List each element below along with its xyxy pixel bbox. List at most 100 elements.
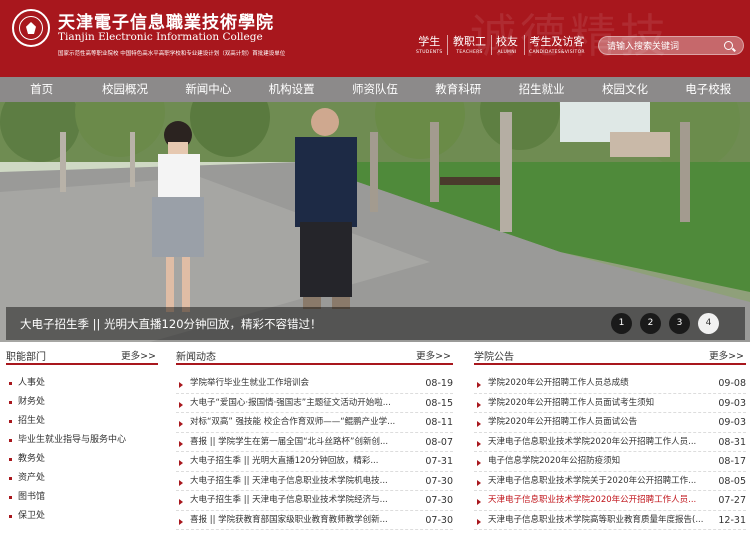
quick-link-sublabel: STUDENTS (416, 50, 443, 55)
school-logo-icon[interactable] (12, 9, 50, 47)
news-item-date: 07-30 (425, 475, 453, 487)
notices-list: 学院2020年公开招聘工作人员总成绩 09-08 学院2020年公开招聘工作人员面… (474, 374, 746, 530)
quick-link-sublabel: TEACHERS (456, 50, 483, 55)
news-item-title[interactable]: 大电子招生季 || 天津电子信息职业技术学院机电技... (190, 472, 416, 492)
carousel-dot-1[interactable]: 1 (611, 313, 632, 334)
news-item[interactable]: 喜报 || 学院获教育部国家级职业教育教师教学创新... 07-30 (176, 511, 453, 531)
banner-caption[interactable]: 大电子招生季 || 光明大直播120分钟回放，精彩不容错过！ (20, 316, 322, 332)
news-more-link[interactable]: 更多>> (416, 348, 451, 362)
hero-banner-photo[interactable] (0, 102, 750, 342)
search-box (598, 36, 744, 55)
school-name-en: Tianjin Electronic Information College (58, 31, 263, 43)
notices-more-link[interactable]: 更多>> (709, 348, 744, 362)
nav-item-home[interactable]: 首页 (0, 77, 83, 102)
list-item[interactable]: 财务处 (6, 393, 156, 412)
notice-item-date: 09-03 (718, 417, 746, 428)
news-item-title[interactable]: 大电子招生季 || 天津电子信息职业技术学院经济与... (190, 491, 416, 511)
notice-item-title[interactable]: 天津电子信息职业技术学院高等职业教育质量年度报告(... (488, 511, 710, 531)
notice-item-date: 09-03 (718, 397, 746, 409)
notice-item[interactable]: 天津电子信息职业技术学院2020年公开招聘工作人员... 08-31 (474, 433, 746, 453)
carousel-dot-3[interactable]: 3 (669, 313, 690, 334)
quick-link-label: 学生 (418, 35, 441, 48)
news-item-title[interactable]: 喜报 || 学院获教育部国家级职业教育教师教学创新... (190, 511, 416, 531)
news-item[interactable]: 大电子“爱国心·报国情·强国志”主题征文活动开始啦... 08-15 (176, 394, 453, 414)
list-item[interactable]: 毕业生就业指导与服务中心 (6, 431, 156, 450)
notice-item-date: 09-08 (718, 378, 746, 389)
news-item[interactable]: 学院举行毕业生就业工作培训会 08-19 (176, 374, 453, 394)
notice-item-title[interactable]: 天津电子信息职业技术学院2020年公开招聘工作人员... (488, 491, 710, 511)
search-icon[interactable] (724, 41, 733, 50)
list-item[interactable]: 图书馆 (6, 488, 156, 507)
departments-header: 职能部门 更多>> (6, 346, 158, 365)
nav-item-organization[interactable]: 机构设置 (250, 77, 333, 102)
notice-item[interactable]: 天津电子信息职业技术学院高等职业教育质量年度报告(... 12-31 (474, 511, 746, 531)
notices-header: 学院公告 更多>> (474, 346, 746, 365)
carousel-dot-4-active[interactable]: 4 (698, 313, 719, 334)
notice-item-title[interactable]: 天津电子信息职业技术学院关于2020年公开招聘工作... (488, 472, 710, 492)
news-item[interactable]: 大电子招生季 || 光明大直播120分钟回放，精彩... 07-31 (176, 452, 453, 472)
carousel-dot-2[interactable]: 2 (640, 313, 661, 334)
news-item-title[interactable]: 对标“双高” 强技能 校企合作育双师——“鲲鹏产业学... (190, 413, 416, 433)
list-item[interactable]: 资产处 (6, 469, 156, 488)
notice-item-title[interactable]: 天津电子信息职业技术学院2020年公开招聘工作人员... (488, 433, 710, 453)
news-item[interactable]: 大电子招生季 || 天津电子信息职业技术学院机电技... 07-30 (176, 472, 453, 492)
news-item-date: 08-11 (425, 417, 453, 428)
news-item-date: 08-07 (425, 436, 453, 448)
nav-item-faculty[interactable]: 师资队伍 (333, 77, 416, 102)
quick-link-alumni[interactable]: 校友 ALUMNI (496, 33, 518, 55)
notice-item-title[interactable]: 学院2020年公开招聘工作人员总成绩 (488, 374, 710, 394)
news-item[interactable]: 喜报 || 学院学生在第一届全国“北斗丝路杯”创新创... 08-07 (176, 433, 453, 453)
nav-item-admissions[interactable]: 招生就业 (500, 77, 583, 102)
divider (491, 35, 492, 55)
news-item-title[interactable]: 大电子招生季 || 光明大直播120分钟回放，精彩... (190, 452, 416, 472)
quick-link-teachers[interactable]: 教职工 TEACHERS (453, 33, 486, 55)
nav-item-research[interactable]: 教育科研 (417, 77, 500, 102)
departments-more-link[interactable]: 更多>> (121, 348, 156, 362)
news-item-title[interactable]: 学院举行毕业生就业工作培训会 (190, 374, 416, 394)
news-item[interactable]: 对标“双高” 强技能 校企合作育双师——“鲲鹏产业学... 08-11 (176, 413, 453, 433)
nav-item-news-center[interactable]: 新闻中心 (167, 77, 250, 102)
news-item-date: 07-30 (425, 495, 453, 506)
school-name-cn[interactable]: 天津電子信息職業技術學院 (58, 8, 274, 33)
notice-item-title[interactable]: 电子信息学院2020年公招防疫须知 (488, 452, 710, 472)
campus-photo (0, 102, 750, 342)
site-header: 诚德精技 天津電子信息職業技術學院 Tianjin Electronic Inf… (0, 0, 750, 77)
nav-item-campus-culture[interactable]: 校园文化 (583, 77, 666, 102)
list-item[interactable]: 招生处 (6, 412, 156, 431)
notice-item-date: 08-17 (718, 456, 746, 467)
notice-item[interactable]: 电子信息学院2020年公招防疫须知 08-17 (474, 452, 746, 472)
news-item[interactable]: 大电子招生季 || 天津电子信息职业技术学院经济与... 07-30 (176, 491, 453, 511)
quick-link-students[interactable]: 学生 STUDENTS (416, 33, 443, 55)
quick-link-sublabel: CANDIDATES&VISITOR (529, 50, 585, 55)
news-header: 新闻动态 更多>> (176, 346, 453, 365)
departments-title: 职能部门 (6, 352, 46, 363)
list-item[interactable]: 人事处 (6, 374, 156, 393)
news-item-title[interactable]: 喜报 || 学院学生在第一届全国“北斗丝路杯”创新创... (190, 433, 416, 453)
main-nav: 首页 校园概况 新闻中心 机构设置 师资队伍 教育科研 招生就业 校园文化 电子… (0, 77, 750, 102)
news-title: 新闻动态 (176, 352, 216, 363)
notice-item-date: 08-05 (718, 475, 746, 487)
notice-item-title[interactable]: 学院2020年公开招聘工作人员面试公告 (488, 413, 710, 433)
notice-item-date: 07-27 (718, 495, 746, 506)
list-item[interactable]: 保卫处 (6, 507, 156, 526)
quick-link-candidates[interactable]: 考生及访客 CANDIDATES&VISITOR (529, 33, 585, 55)
quick-link-label: 校友 (496, 35, 518, 48)
quick-link-sublabel: ALUMNI (497, 50, 517, 55)
notices-title: 学院公告 (474, 352, 514, 363)
news-item-date: 08-19 (425, 378, 453, 389)
nav-item-campus-overview[interactable]: 校园概况 (83, 77, 166, 102)
notice-item[interactable]: 学院2020年公开招聘工作人员面试考生须知 09-03 (474, 394, 746, 414)
notice-item[interactable]: 天津电子信息职业技术学院关于2020年公开招聘工作... 08-05 (474, 472, 746, 492)
news-list: 学院举行毕业生就业工作培训会 08-19 大电子“爱国心·报国情·强国志”主题征文… (176, 374, 453, 530)
notice-item-highlighted[interactable]: 天津电子信息职业技术学院2020年公开招聘工作人员... 07-27 (474, 491, 746, 511)
search-input[interactable] (607, 39, 711, 53)
notice-item[interactable]: 学院2020年公开招聘工作人员面试公告 09-03 (474, 413, 746, 433)
notice-item-title[interactable]: 学院2020年公开招聘工作人员面试考生须知 (488, 394, 710, 414)
notice-item[interactable]: 学院2020年公开招聘工作人员总成绩 09-08 (474, 374, 746, 394)
news-item-title[interactable]: 大电子“爱国心·报国情·强国志”主题征文活动开始啦... (190, 394, 416, 414)
news-item-date: 07-30 (425, 514, 453, 526)
nav-item-e-newspaper[interactable]: 电子校报 (667, 77, 750, 102)
notice-item-date: 12-31 (718, 514, 746, 526)
list-item[interactable]: 教务处 (6, 450, 156, 469)
divider (524, 35, 525, 55)
